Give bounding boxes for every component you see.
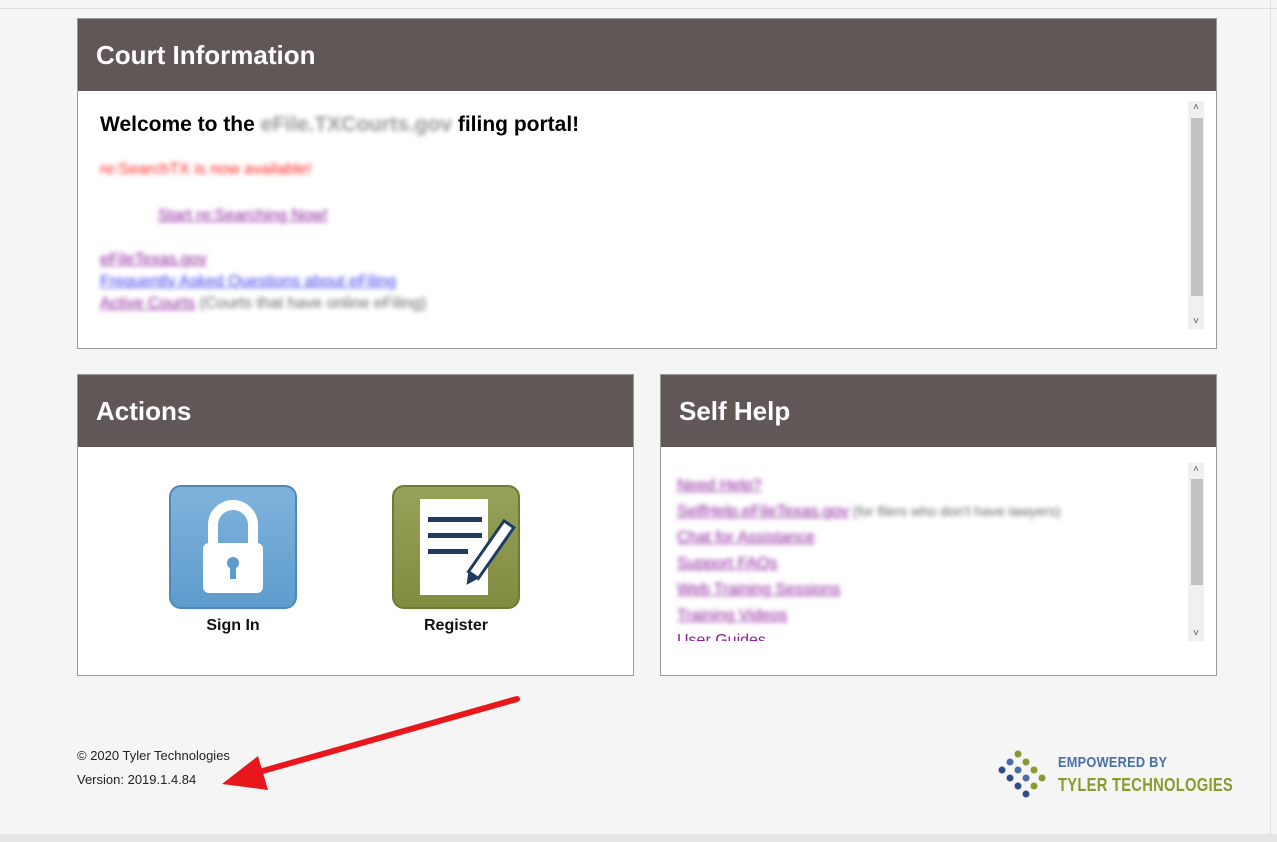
welcome-heading: Welcome to the eFile.TXCourts.gov filing… [100, 113, 580, 136]
register-label: Register [423, 617, 489, 634]
scroll-thumb[interactable] [1191, 118, 1203, 296]
scroll-up-icon[interactable]: ˄ [1188, 101, 1204, 115]
register-button[interactable]: Register [392, 485, 520, 635]
tyler-logo-dots-icon [998, 750, 1046, 798]
logo-empowered-by: EMPOWERED BY [1058, 754, 1168, 771]
self-help-content[interactable]: Need Help? SelfHelp.eFileTexas.gov (for … [661, 469, 1186, 641]
need-help-link[interactable]: Need Help? [677, 477, 762, 495]
tyler-logo: EMPOWERED BY TYLER TECHNOLOGIES [996, 748, 1233, 802]
bottom-band [0, 834, 1277, 842]
active-courts-line: Active Courts (Courts that have online e… [100, 295, 427, 312]
user-guides-link[interactable]: User Guides [677, 632, 766, 641]
self-help-scrollbar[interactable]: ˄ ˅ [1188, 463, 1204, 641]
document-pen-icon [392, 485, 520, 609]
version-text: Version: 2019.1.4.84 [77, 772, 197, 787]
support-faqs-link[interactable]: Support FAQs [677, 555, 778, 573]
self-help-panel: Self Help Need Help? SelfHelp.eFileTexas… [660, 374, 1217, 676]
scroll-down-icon[interactable]: ˅ [1188, 627, 1204, 641]
sign-in-button[interactable]: Sign In [169, 485, 297, 635]
right-edge [1270, 0, 1271, 834]
copyright-text: © 2020 Tyler Technologies [77, 748, 230, 763]
court-information-content[interactable]: Welcome to the eFile.TXCourts.gov filing… [78, 91, 1200, 348]
logo-tyler-technologies: TYLER TECHNOLOGIES [1058, 775, 1234, 795]
court-information-scrollbar[interactable]: ˄ ˅ [1188, 101, 1204, 329]
scroll-down-icon[interactable]: ˅ [1188, 315, 1204, 329]
research-announcement: re:SearchTX is now available! [100, 161, 312, 178]
selfhelp-line: SelfHelp.eFileTexas.gov (for filers who … [677, 503, 1061, 520]
top-divider [0, 8, 1277, 9]
court-information-title: Court Information [78, 19, 1216, 91]
web-training-link[interactable]: Web Training Sessions [677, 581, 840, 599]
scroll-up-icon[interactable]: ˄ [1188, 463, 1204, 477]
portal-domain: eFile.TXCourts.gov [260, 113, 452, 136]
chat-assistance-link[interactable]: Chat for Assistance [677, 529, 815, 547]
faq-link[interactable]: Frequently Asked Questions about eFiling [100, 273, 396, 291]
selfhelp-link[interactable]: SelfHelp.eFileTexas.gov [677, 503, 849, 520]
active-courts-link[interactable]: Active Courts [100, 295, 195, 312]
scroll-thumb[interactable] [1191, 479, 1203, 585]
actions-panel: Actions Sign In Register [77, 374, 634, 676]
training-videos-link[interactable]: Training Videos [677, 607, 787, 625]
court-information-panel: Court Information Welcome to the eFile.T… [77, 18, 1217, 349]
actions-title: Actions [78, 375, 633, 447]
self-help-title: Self Help [661, 375, 1216, 447]
lock-icon [169, 485, 297, 609]
efiletexas-link[interactable]: eFileTexas.gov [100, 251, 207, 269]
start-searching-link[interactable]: Start re:Searching Now! [158, 207, 328, 225]
sign-in-label: Sign In [206, 617, 260, 634]
